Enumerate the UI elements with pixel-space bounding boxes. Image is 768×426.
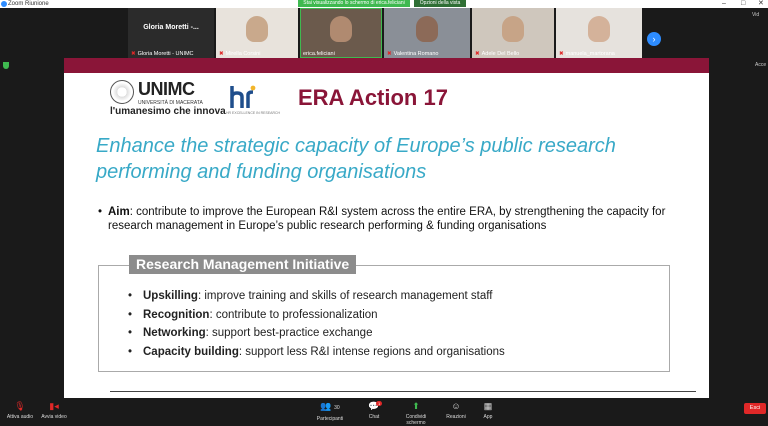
bullet-icon: • bbox=[128, 308, 133, 321]
unimc-motto: l'umanesimo che innova bbox=[110, 106, 226, 117]
participant-video bbox=[416, 16, 438, 42]
close-window-button[interactable]: ✕ bbox=[758, 0, 764, 8]
slide-header-bar bbox=[64, 58, 709, 73]
share-banner: Stai visualizzando lo schermo di erica.f… bbox=[298, 0, 410, 7]
aim-text: : contribute to improve the European R&I… bbox=[108, 206, 666, 232]
shared-slide: UNIMC UNIVERSITÀ DI MACERATA l'umanesimo… bbox=[64, 58, 709, 398]
apps-button[interactable]: ▦ App bbox=[468, 401, 508, 420]
participant-name-label: ✖ Valentina Romano bbox=[387, 51, 439, 57]
unimc-wordmark: UNIMC bbox=[138, 79, 195, 99]
leave-meeting-button[interactable]: Esci bbox=[744, 403, 766, 414]
participant-tile[interactable]: ✖ Adele Del Bello bbox=[472, 8, 554, 58]
list-item: • Networking: support best-practice excha… bbox=[128, 324, 648, 343]
start-video-button[interactable]: ▮◂ Avvia video bbox=[34, 401, 74, 420]
share-screen-button[interactable]: ⬆ Condividi schermo bbox=[396, 401, 436, 426]
participant-video bbox=[330, 16, 352, 42]
slide-footer-rule bbox=[110, 391, 696, 392]
bullet-icon: • bbox=[128, 345, 133, 358]
share-screen-icon: ⬆ bbox=[412, 401, 420, 411]
chat-button[interactable]: 1 💬 Chat bbox=[354, 401, 394, 420]
participant-strip: Gloria Moretti -... ✖ Gloria Moretti - UN… bbox=[0, 8, 768, 58]
participant-name-label: ✖ manuela_martorana bbox=[559, 51, 615, 57]
participant-video bbox=[502, 16, 524, 42]
aim-bullet: • Aim: contribute to improve the Europea… bbox=[98, 205, 688, 233]
meeting-toolbar: 🎙 Attiva audio ▮◂ Avvia video 👥 30 Parte… bbox=[0, 398, 768, 426]
participant-tile[interactable]: ✖ Mirella Corsini bbox=[216, 8, 298, 58]
participant-tile-active-speaker[interactable]: erica.feliciani bbox=[300, 8, 382, 58]
hr-logo-subtitle: HR EXCELLENCE IN RESEARCH bbox=[226, 111, 281, 115]
initiative-list: • Upskilling: improve training and skills… bbox=[128, 287, 648, 361]
chat-icon: 💬 bbox=[368, 401, 380, 411]
video-off-icon: ▮◂ bbox=[49, 401, 59, 411]
muted-mic-icon: ✖ bbox=[475, 51, 480, 57]
view-options-button[interactable]: Opzioni della vista bbox=[414, 0, 466, 7]
muted-mic-icon: ✖ bbox=[559, 51, 564, 57]
participant-video bbox=[588, 16, 610, 42]
chevron-right-icon[interactable]: › bbox=[647, 32, 661, 46]
list-item: • Upskilling: improve training and skills… bbox=[128, 287, 648, 306]
hr-logo-icon bbox=[230, 85, 256, 108]
participant-tile-gloria[interactable]: Gloria Moretti -... ✖ Gloria Moretti - UN… bbox=[128, 8, 214, 58]
maximize-button[interactable]: □ bbox=[741, 0, 745, 8]
minimize-button[interactable]: – bbox=[722, 0, 726, 8]
apps-icon: ▦ bbox=[483, 401, 493, 411]
participant-video bbox=[246, 16, 268, 42]
list-item: • Capacity building: support less R&I int… bbox=[128, 343, 648, 362]
participant-name-label: erica.feliciani bbox=[303, 51, 335, 57]
list-item: • Recognition: contribute to professional… bbox=[128, 306, 648, 325]
participant-name-label: ✖ Gloria Moretti - UNIMC bbox=[131, 51, 194, 57]
aim-label: Aim bbox=[108, 206, 130, 218]
window-title: Zoom Riunione bbox=[8, 1, 49, 7]
security-shield-icon[interactable] bbox=[3, 62, 9, 69]
participants-button[interactable]: 👥 30 Partecipanti bbox=[310, 401, 350, 422]
slide-title: ERA Action 17 bbox=[298, 85, 448, 110]
video-layout-label[interactable]: Vid bbox=[752, 12, 759, 18]
muted-mic-icon: ✖ bbox=[219, 51, 224, 57]
slide-headline: Enhance the strategic capacity of Europe… bbox=[96, 135, 616, 183]
hr-excellence-logo: HR EXCELLENCE IN RESEARCH bbox=[226, 82, 280, 116]
muted-mic-icon: ✖ bbox=[131, 51, 136, 57]
bullet-icon: • bbox=[128, 290, 133, 302]
participant-name-label: ✖ Adele Del Bello bbox=[475, 51, 520, 57]
participant-tile[interactable]: ✖ Valentina Romano bbox=[384, 8, 470, 58]
access-label[interactable]: Acce bbox=[755, 62, 766, 68]
participant-tile[interactable]: ✖ manuela_martorana bbox=[556, 8, 642, 58]
participant-display-name: Gloria Moretti -... bbox=[143, 24, 199, 31]
bullet-icon: • bbox=[98, 206, 103, 218]
zoom-app-icon bbox=[1, 1, 7, 7]
bullet-icon: • bbox=[128, 327, 133, 339]
university-seal-icon bbox=[110, 80, 134, 104]
participant-name-label: ✖ Mirella Corsini bbox=[219, 51, 261, 57]
initiative-heading: Research Management Initiative bbox=[129, 255, 357, 274]
muted-mic-icon: ✖ bbox=[387, 51, 392, 57]
participants-icon: 👥 30 bbox=[320, 401, 340, 411]
